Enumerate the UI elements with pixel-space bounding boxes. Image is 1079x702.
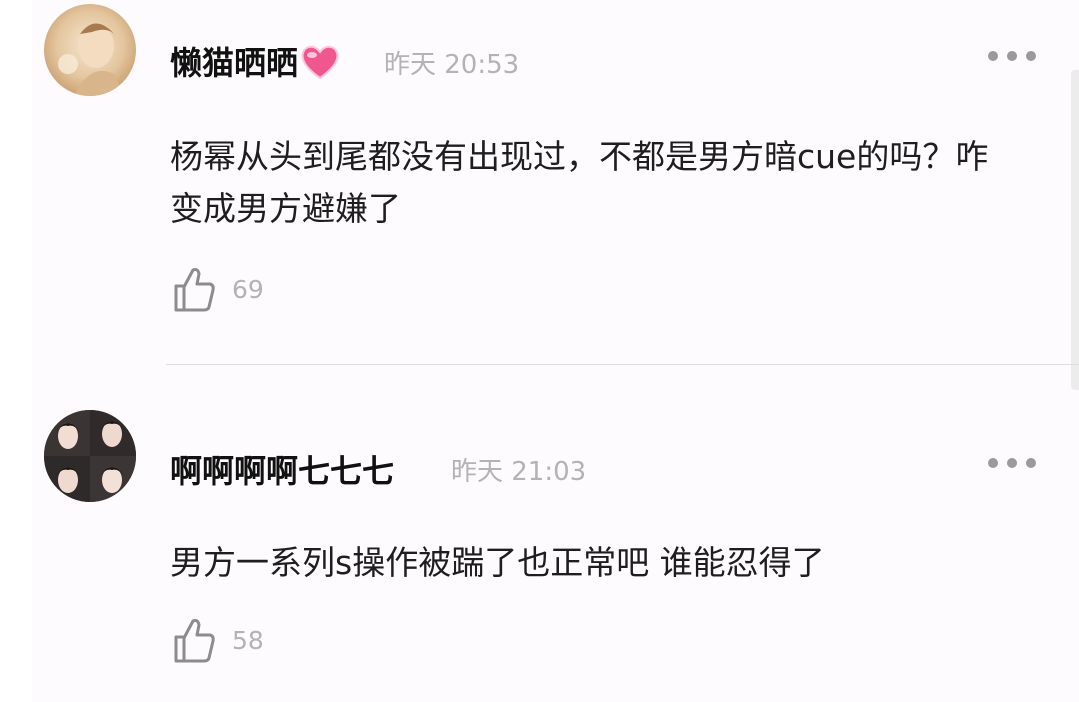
username[interactable]: 啊啊啊啊七七七 bbox=[170, 446, 394, 492]
like-count: 69 bbox=[232, 274, 264, 304]
like-button[interactable]: 69 bbox=[172, 266, 264, 312]
username-text: 懒猫晒晒 bbox=[170, 44, 299, 82]
like-button[interactable]: 58 bbox=[172, 617, 264, 663]
username[interactable]: 懒猫晒晒 bbox=[170, 38, 340, 88]
comment-panel bbox=[32, 0, 1079, 702]
thumbs-up-icon bbox=[174, 268, 215, 312]
avatar[interactable] bbox=[44, 410, 136, 502]
scrollbar[interactable] bbox=[1071, 70, 1079, 390]
like-count: 58 bbox=[232, 625, 264, 655]
more-dots-icon[interactable] bbox=[988, 453, 1036, 473]
more-dots-icon[interactable] bbox=[988, 46, 1036, 66]
comment-text: 男方一系列s操作被踹了也正常吧 谁能忍得了 bbox=[170, 543, 825, 582]
comment-time: 昨天 20:53 bbox=[384, 50, 520, 80]
divider bbox=[166, 364, 1079, 365]
comment-time: 昨天 21:03 bbox=[451, 457, 587, 487]
thumbs-up-icon bbox=[174, 619, 215, 663]
pink-heart-icon bbox=[300, 44, 340, 88]
comment-text: 杨幂从头到尾都没有出现过，不都是男方暗cue的吗？咋变成男方避嫌了 bbox=[170, 137, 989, 228]
avatar[interactable] bbox=[44, 4, 136, 96]
